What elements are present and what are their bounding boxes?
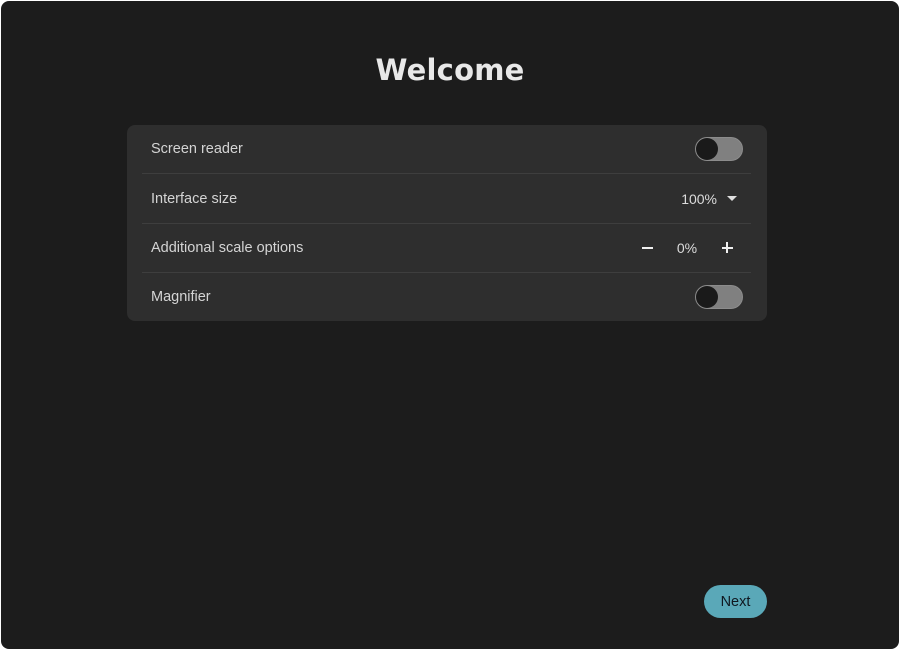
interface-size-row: Interface size 100% xyxy=(127,174,767,223)
plus-icon xyxy=(721,242,733,253)
accessibility-settings-panel: Screen reader Interface size 100% Additi… xyxy=(127,125,767,321)
decrease-scale-button[interactable] xyxy=(635,236,659,260)
screen-reader-label: Screen reader xyxy=(151,141,243,157)
magnifier-label: Magnifier xyxy=(151,288,211,305)
page-title: Welcome xyxy=(375,53,525,87)
interface-size-dropdown[interactable]: 100% xyxy=(681,191,737,207)
minus-icon xyxy=(641,242,653,253)
interface-size-label: Interface size xyxy=(151,190,238,207)
next-button[interactable]: Next xyxy=(704,585,767,618)
additional-scale-label: Additional scale options xyxy=(151,239,304,256)
increase-scale-button[interactable] xyxy=(715,236,739,260)
magnifier-toggle[interactable] xyxy=(695,284,743,309)
additional-scale-row: Additional scale options 0% xyxy=(127,223,767,272)
chevron-down-icon xyxy=(727,196,737,201)
setup-window: Welcome Screen reader Interface size 100… xyxy=(1,1,899,649)
toggle-knob xyxy=(696,285,718,308)
scale-stepper: 0% xyxy=(635,236,739,260)
magnifier-row: Magnifier xyxy=(127,272,767,321)
toggle-knob xyxy=(696,138,718,160)
screen-reader-toggle[interactable] xyxy=(695,137,743,161)
screen-reader-row: Screen reader xyxy=(127,125,767,173)
scale-value: 0% xyxy=(676,239,698,256)
interface-size-value: 100% xyxy=(681,190,717,207)
